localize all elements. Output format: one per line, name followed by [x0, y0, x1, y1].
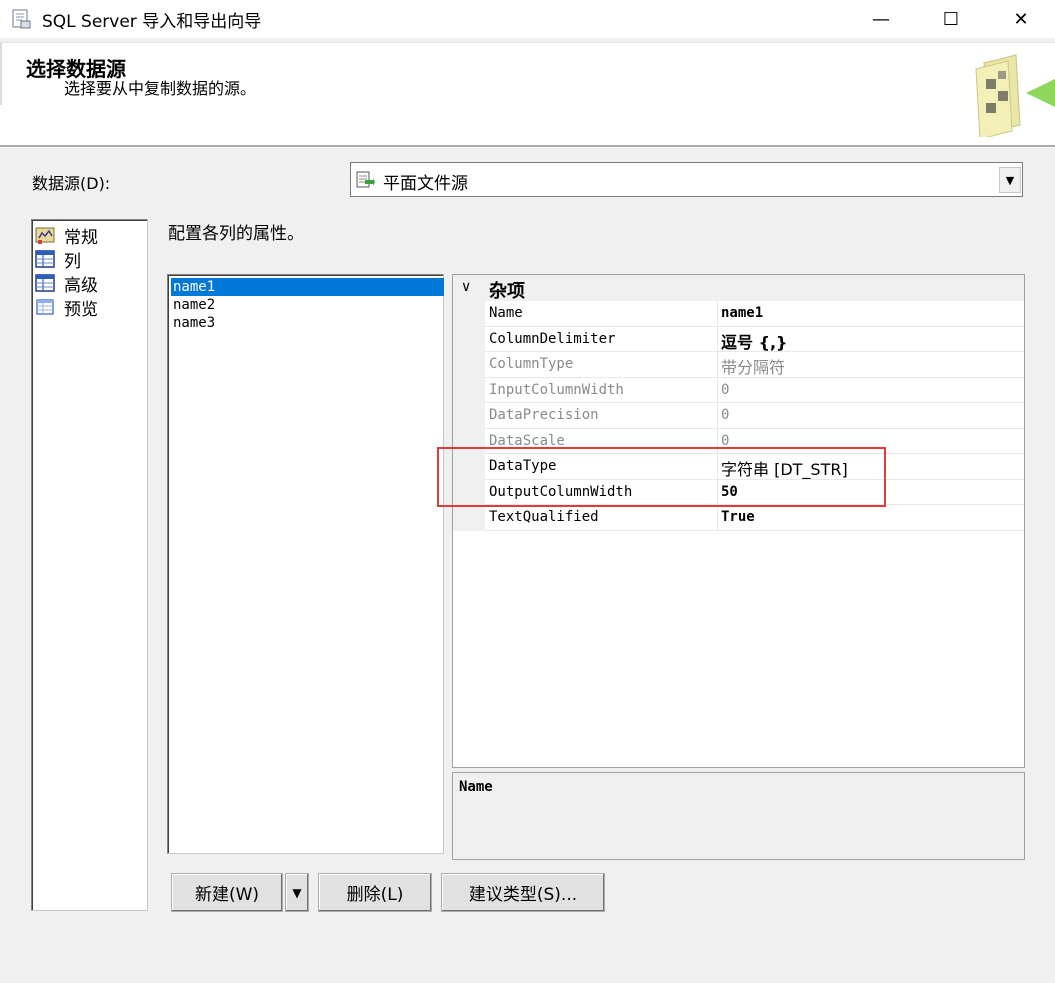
property-grid-gutter [453, 275, 485, 531]
nav-item-label: 列 [64, 251, 81, 272]
property-divider [717, 352, 718, 377]
wizard-app-icon [12, 9, 31, 29]
settings-nav: 常规 列 高级 预览 [31, 219, 148, 911]
data-source-value: 平面文件源 [383, 174, 468, 194]
property-description-panel: Name [452, 772, 1025, 860]
nav-item-label: 高级 [64, 275, 98, 296]
preview-icon [36, 299, 54, 315]
property-name: InputColumnWidth [489, 381, 624, 398]
property-name: Name [489, 305, 523, 321]
advanced-icon [35, 274, 55, 292]
property-row[interactable]: ColumnDelimiter 逗号 {,} [485, 326, 1024, 353]
nav-item-advanced[interactable]: 高级 [34, 271, 144, 296]
header-accent-bar [0, 43, 2, 105]
wizard-banner-icon [975, 54, 1055, 137]
property-divider [717, 403, 718, 428]
property-divider [717, 326, 718, 351]
window-title: SQL Server 导入和导出向导 [42, 12, 262, 32]
nav-item-label: 预览 [64, 299, 98, 320]
column-list[interactable]: name1 name2 name3 [167, 274, 444, 854]
property-divider [717, 301, 718, 326]
dropdown-arrow-icon[interactable]: ▼ [999, 167, 1021, 193]
property-grid: ∨ 杂项 Name name1 ColumnDelimiter 逗号 {,} C… [452, 274, 1025, 768]
property-row[interactable]: DataType 字符串 [DT_STR] [485, 454, 1024, 480]
property-name: DataPrecision [489, 407, 599, 423]
property-value[interactable]: 字符串 [DT_STR] [721, 456, 848, 480]
property-value[interactable]: name1 [721, 305, 763, 321]
column-list-item[interactable]: name1 [171, 278, 444, 296]
property-value[interactable]: True [721, 509, 755, 525]
property-category-label: 杂项 [489, 281, 525, 302]
new-column-dropdown-button[interactable]: ▼ [285, 873, 309, 912]
property-row[interactable]: Name name1 [485, 301, 1024, 327]
maximize-button[interactable]: ☐ [916, 0, 986, 38]
nav-item-label: 常规 [64, 227, 98, 248]
property-name: ColumnType [489, 356, 574, 372]
property-name: DataType [489, 458, 557, 474]
flat-file-source-icon [356, 171, 375, 188]
nav-item-general[interactable]: 常规 [34, 223, 144, 248]
property-description-title: Name [459, 779, 493, 795]
new-column-button[interactable]: 新建(W) [171, 873, 283, 912]
data-source-dropdown[interactable]: 平面文件源 ▼ [350, 162, 1023, 197]
property-row[interactable]: InputColumnWidth 0 [485, 377, 1024, 403]
property-row[interactable]: DataPrecision 0 [485, 403, 1024, 429]
general-icon [35, 227, 55, 244]
chevron-down-icon[interactable]: ∨ [461, 279, 471, 295]
nav-item-preview[interactable]: 预览 [34, 295, 144, 320]
property-row[interactable]: TextQualified True [485, 505, 1024, 531]
property-divider [717, 479, 718, 504]
columns-icon [35, 250, 55, 268]
property-value[interactable]: 逗号 {,} [721, 329, 787, 353]
property-divider [717, 428, 718, 453]
property-name: ColumnDelimiter [489, 330, 616, 347]
column-list-item[interactable]: name3 [171, 314, 444, 332]
property-name: OutputColumnWidth [489, 483, 633, 500]
delete-column-button[interactable]: 删除(L) [318, 873, 432, 912]
property-value: 0 [721, 381, 730, 398]
property-name: DataScale [489, 432, 565, 449]
property-divider [717, 454, 718, 479]
section-instruction: 配置各列的属性。 [168, 224, 304, 244]
wizard-header: 选择数据源 选择要从中复制数据的源。 [0, 42, 1055, 145]
property-row[interactable]: DataScale 0 [485, 428, 1024, 454]
property-divider [717, 505, 718, 530]
page-subtitle: 选择要从中复制数据的源。 [64, 79, 257, 98]
title-bar: SQL Server 导入和导出向导 — ☐ ✕ [0, 0, 1055, 38]
data-source-label: 数据源(D): [32, 174, 111, 193]
property-value: 0 [721, 407, 730, 423]
nav-item-columns[interactable]: 列 [34, 247, 144, 272]
property-category-row[interactable]: ∨ 杂项 [453, 275, 1024, 302]
property-value[interactable]: 50 [721, 484, 738, 500]
suggest-types-button[interactable]: 建议类型(S)... [441, 873, 605, 912]
property-value: 带分隔符 [721, 358, 786, 377]
property-row[interactable]: OutputColumnWidth 50 [485, 479, 1024, 505]
header-divider [0, 145, 1055, 148]
property-row[interactable]: ColumnType 带分隔符 [485, 352, 1024, 378]
column-list-item[interactable]: name2 [171, 296, 444, 314]
property-divider [717, 377, 718, 402]
property-name: TextQualified [489, 509, 599, 525]
close-button[interactable]: ✕ [986, 0, 1055, 38]
property-value: 0 [721, 432, 730, 449]
minimize-button[interactable]: — [846, 0, 916, 38]
